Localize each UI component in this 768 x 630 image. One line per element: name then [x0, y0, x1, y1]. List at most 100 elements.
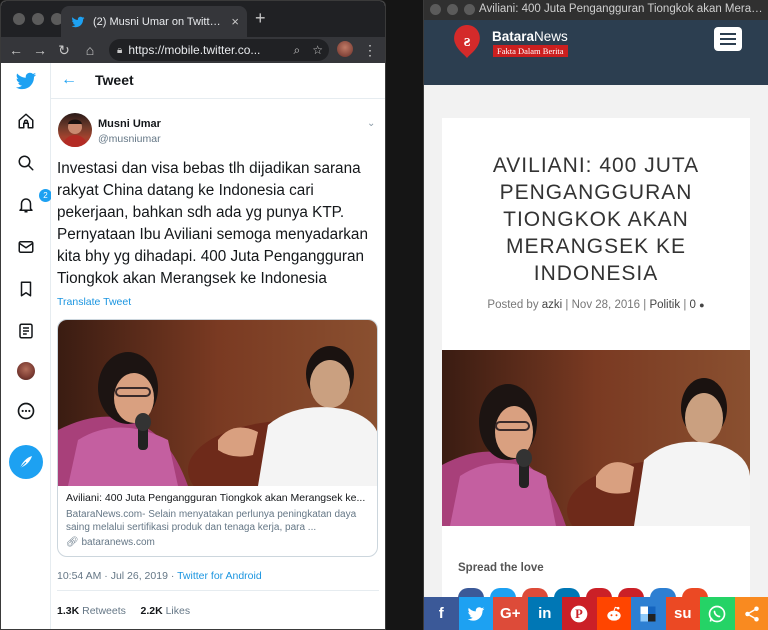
link-icon: 🔗︎	[66, 537, 79, 548]
more-options-icon[interactable]	[14, 399, 38, 423]
new-tab-button[interactable]: +	[255, 9, 266, 27]
window-titlebar: Aviliani: 400 Juta Pengangguran Tiongkok…	[424, 0, 768, 20]
googleplus-share-button[interactable]: G+	[493, 597, 528, 630]
back-arrow-icon[interactable]: ←	[61, 71, 77, 89]
close-window-button[interactable]	[13, 13, 25, 25]
menu-kebab-icon[interactable]: ⋮	[361, 41, 379, 59]
delicious-icon	[640, 606, 656, 621]
address-bar[interactable]: 🔒︎ https://mobile.twitter.co... ⌕ ☆	[109, 39, 329, 61]
explore-search-icon[interactable]	[14, 151, 38, 175]
spread-the-love-label: Spread the love	[458, 562, 544, 574]
author-name[interactable]: Musni Umar	[98, 118, 161, 130]
twitter-share-button[interactable]	[458, 597, 493, 630]
browser-toolbar: ← → ↻ ⌂ 🔒︎ https://mobile.twitter.co... …	[1, 37, 385, 63]
profile-avatar-icon[interactable]	[337, 41, 353, 57]
linkedin-share-button[interactable]: in	[527, 597, 562, 630]
twitter-nav-sidebar: 2	[1, 63, 52, 629]
browser-window-twitter: (2) Musni Umar on Twitter: "Inv × + ← → …	[0, 0, 386, 630]
hamburger-menu-button[interactable]	[714, 27, 742, 51]
twitter-logo-icon[interactable]	[14, 69, 38, 93]
bookmark-star-icon[interactable]: ☆	[312, 43, 323, 57]
chevron-down-icon[interactable]: ⌄	[367, 118, 375, 129]
browser-tab[interactable]: (2) Musni Umar on Twitter: "Inv ×	[61, 6, 247, 37]
brand-bold: Batara	[492, 29, 535, 44]
whatsapp-icon	[708, 605, 726, 622]
site-brand-name[interactable]: BataraNews	[492, 29, 568, 44]
pinterest-icon: P	[570, 605, 588, 622]
share-icon	[745, 606, 759, 621]
site-tagline: Fakta Dalam Berita	[493, 45, 568, 57]
site-header: ƨ BataraNews Fakta Dalam Berita	[424, 20, 768, 85]
link-preview-card[interactable]: Aviliani: 400 Juta Pengangguran Tiongkok…	[57, 319, 378, 557]
googleplus-icon: G+	[500, 605, 521, 622]
profile-avatar-small	[17, 362, 35, 380]
close-window-button[interactable]	[430, 4, 441, 15]
tweet-client-link[interactable]: Twitter for Android	[177, 570, 262, 582]
twitter-icon	[467, 606, 484, 621]
notifications-bell-icon[interactable]: 2	[14, 189, 52, 217]
compose-tweet-button[interactable]	[9, 445, 43, 479]
browser-window-article: Aviliani: 400 Juta Pengangguran Tiongkok…	[423, 0, 768, 630]
tab-title: (2) Musni Umar on Twitter: "Inv	[93, 15, 225, 28]
article-byline: Posted by azki | Nov 28, 2016 | Politik …	[487, 299, 705, 311]
card-description: BataraNews.com- Selain menyatakan perlun…	[66, 509, 357, 533]
bataranews-logo-icon[interactable]: ƨ	[449, 23, 485, 59]
reload-icon[interactable]: ↻	[55, 41, 73, 59]
likes-stat[interactable]: 2.2K Likes	[140, 605, 190, 617]
home-nav-icon[interactable]	[14, 109, 38, 133]
home-icon[interactable]: ⌂	[81, 41, 99, 59]
lock-icon: 🔒︎	[117, 44, 123, 56]
tweet-metadata: 10:54 AM · Jul 26, 2019 · Twitter for An…	[57, 570, 262, 582]
comment-count: 0	[689, 299, 696, 311]
translate-tweet-link[interactable]: Translate Tweet	[57, 296, 131, 308]
tweet-detail-panel: ← Tweet Musni Umar @musniumar ⌄ Investas…	[51, 63, 385, 629]
zoom-window-button[interactable]	[464, 4, 475, 15]
minimize-window-button[interactable]	[447, 4, 458, 15]
lists-icon[interactable]	[14, 319, 38, 343]
article-photo	[442, 350, 750, 526]
whatsapp-share-button[interactable]	[700, 597, 735, 630]
article-headline: AVILIANI: 400 JUTA PENGANGGURAN TIONGKOK…	[492, 154, 700, 285]
more-share-button[interactable]	[734, 597, 768, 630]
reddit-share-button[interactable]	[596, 597, 631, 630]
page-title: Tweet	[95, 72, 134, 88]
zoom-search-icon[interactable]: ⌕	[294, 43, 301, 58]
tab-strip: (2) Musni Umar on Twitter: "Inv × +	[1, 1, 385, 37]
svg-text:ƨ: ƨ	[464, 31, 471, 50]
retweets-label: Retweets	[82, 605, 126, 617]
tweet-timestamp[interactable]: 10:54 AM · Jul 26, 2019 ·	[57, 570, 177, 582]
author-avatar[interactable]	[58, 113, 92, 147]
comments-link[interactable]: 0 ●	[690, 299, 705, 311]
svg-text:P: P	[575, 607, 583, 621]
posted-by-label: Posted by	[487, 299, 539, 311]
stumbleupon-share-button[interactable]: su	[665, 597, 700, 630]
tab-close-icon[interactable]: ×	[231, 14, 239, 29]
desktop: (2) Musni Umar on Twitter: "Inv × + ← → …	[0, 0, 768, 630]
back-arrow-icon[interactable]: ←	[7, 41, 25, 59]
pinterest-share-button[interactable]: P	[562, 597, 597, 630]
bookmarks-icon[interactable]	[14, 277, 38, 301]
divider	[57, 590, 379, 591]
messages-envelope-icon[interactable]	[14, 235, 38, 259]
profile-nav-icon[interactable]	[14, 359, 38, 383]
tweet-body: Investasi dan visa bebas tlh dijadikan s…	[57, 160, 368, 287]
twitter-bird-icon	[71, 16, 85, 27]
article-photo	[58, 320, 377, 486]
card-title: Aviliani: 400 Juta Pengangguran Tiongkok…	[66, 492, 366, 504]
retweets-count: 1.3K	[57, 605, 80, 617]
floating-share-bar: f G+ in P su	[424, 597, 768, 630]
forward-arrow-icon[interactable]: →	[31, 41, 49, 59]
tweet-header: ← Tweet	[51, 63, 385, 99]
brand-thin: News	[534, 29, 568, 44]
author-handle[interactable]: @musniumar	[98, 133, 161, 145]
retweets-stat[interactable]: 1.3K Retweets	[57, 605, 126, 617]
category-link[interactable]: Politik	[649, 299, 680, 311]
stumbleupon-icon: su	[673, 605, 692, 622]
linkedin-icon: in	[538, 605, 552, 622]
minimize-window-button[interactable]	[32, 13, 44, 25]
author-link[interactable]: azki	[542, 299, 562, 311]
compose-feather-icon	[19, 456, 32, 469]
likes-count: 2.2K	[140, 605, 163, 617]
facebook-share-button[interactable]: f	[424, 597, 459, 630]
delicious-share-button[interactable]	[631, 597, 666, 630]
